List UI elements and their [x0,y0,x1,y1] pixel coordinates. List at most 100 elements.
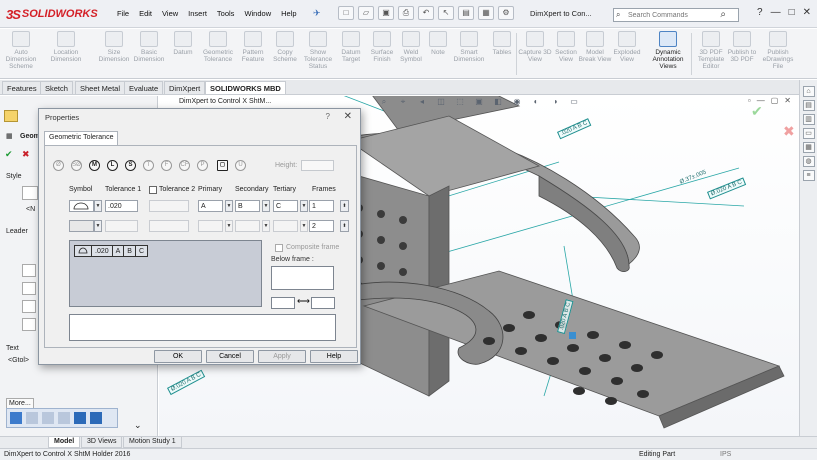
bookmark-icon[interactable] [26,412,38,424]
hide-show-icon[interactable]: ◉ [511,96,523,108]
rebuild-icon[interactable]: ▤ [458,6,474,20]
style-icon[interactable] [22,186,38,200]
apply-button[interactable]: Apply [258,350,306,363]
frames-spinner-2[interactable]: ⬍ [340,220,349,232]
tab-sketch[interactable]: Sketch [40,81,73,94]
close-icon[interactable]: ✕ [803,7,811,18]
feature-tree-root[interactable]: DimXpert to Control X ShtM... [179,98,271,105]
new-document-icon[interactable]: □ [338,6,354,20]
undo-icon[interactable]: ↶ [418,6,434,20]
leader-bent-icon[interactable] [22,282,36,295]
view-settings-icon[interactable]: ▭ [568,96,580,108]
dialog-help-icon[interactable]: ? [326,112,330,121]
tab-solidworks-mbd[interactable]: SOLIDWORKS MBD [205,81,286,94]
restore-icon[interactable]: □ [789,7,795,18]
tab-dimxpert[interactable]: DimXpert [164,81,206,94]
viewport-minimize-icon[interactable]: — [757,96,765,105]
ok-button[interactable]: OK [154,350,202,363]
secondary-dropdown-1[interactable]: ▼ [262,200,270,212]
menu-file[interactable]: File [112,9,134,18]
composite-frame-checkbox[interactable] [275,244,283,252]
print-icon[interactable]: ⎙ [398,6,414,20]
surface-icon[interactable] [42,412,54,424]
tangent-plane-modifier-button[interactable]: T [143,160,154,171]
rfs-modifier-button[interactable]: S [125,160,136,171]
previous-view-icon[interactable]: ◂ [416,96,428,108]
section-view-icon[interactable]: ◫ [435,96,447,108]
search-icon[interactable]: ⌕ [720,9,726,20]
display-style-icon[interactable]: ◧ [492,96,504,108]
dynamic-annotation-views-button[interactable]: Dynamic Annotation Views [647,31,689,70]
basic-dimension-button[interactable]: Basic Dimension [131,31,167,63]
tab-evaluate[interactable]: Evaluate [124,81,164,94]
save-icon[interactable]: ▣ [378,6,394,20]
custom-properties-icon[interactable]: ≡ [802,170,815,181]
appearances-icon[interactable]: ◍ [802,156,815,167]
tab-features[interactable]: Features [2,81,42,94]
options-icon[interactable]: ⚙ [498,6,514,20]
stack-icon[interactable] [90,412,102,424]
frames-input-2[interactable]: 2 [309,220,334,232]
viewport-maximize-icon[interactable]: ▢ [771,96,779,105]
note-text-box[interactable] [69,314,336,341]
auto-dimension-scheme-button[interactable]: Auto Dimension Scheme [3,31,39,70]
frames-input-1[interactable]: 1 [309,200,334,212]
tolerance1-input-1[interactable]: .020 [105,200,138,212]
continuous-feature-modifier-button[interactable]: CF [179,160,190,171]
symbol-select-1[interactable] [69,200,94,212]
height-input[interactable] [301,160,334,171]
home-icon[interactable]: ⌂ [802,86,815,97]
tolerance2-checkbox[interactable] [149,186,157,194]
publish-edrawings-button[interactable]: Publish eDrawings File [760,31,796,70]
status-units[interactable]: IPS [720,451,731,458]
size-dimension-button[interactable]: Size Dimension [96,31,132,63]
view-palette-icon[interactable]: ▦ [802,142,815,153]
leader-style-icon[interactable] [22,264,36,277]
dynamic-annotation-icon[interactable]: ⬚ [454,96,466,108]
copy-scheme-button[interactable]: Copy Scheme [267,31,303,63]
tab-model[interactable]: Model [48,437,81,448]
smart-dimension-button[interactable]: Smart Dimension [451,31,487,63]
ok-icon[interactable]: ✔ [5,149,13,160]
feature-manager-icon[interactable] [4,110,18,122]
tab-sheet-metal[interactable]: Sheet Metal [75,81,126,94]
tab-geometric-tolerance[interactable]: Geometric Tolerance [44,131,119,145]
apply-scene-icon[interactable]: ◑ [549,96,561,108]
design-library-icon[interactable]: ▥ [802,114,815,125]
solidworks-logo[interactable]: 3S SOLIDWORKS [6,5,98,23]
viewport-restore-icon[interactable]: ▫ [748,96,751,105]
tertiary-dropdown-1[interactable]: ▼ [300,200,308,212]
publish-3d-pdf-button[interactable]: Publish to 3D PDF [724,31,760,63]
below-frame-input[interactable] [271,266,334,290]
resources-icon[interactable]: ▤ [802,100,815,111]
note-style-icon[interactable] [10,412,22,424]
geometric-tolerance-button[interactable]: Geometric Tolerance [200,31,236,63]
open-icon[interactable]: ▱ [358,6,374,20]
menu-insert[interactable]: Insert [183,9,212,18]
exploded-view-button[interactable]: Exploded View [609,31,645,63]
tables-button[interactable]: Tables [484,31,520,56]
symbol-dropdown-2[interactable]: ▼ [94,220,102,232]
select-icon[interactable]: ↖ [438,6,454,20]
search-commands-box[interactable]: ⌕ ⌕ [613,8,739,22]
menu-view[interactable]: View [157,9,183,18]
leader-attach-icon[interactable] [22,318,36,331]
style-value[interactable]: <N [26,206,35,213]
between-arrows-icon[interactable]: ⟷ [297,296,310,307]
pattern-feature-button[interactable]: Pattern Feature [235,31,271,63]
free-state-modifier-button[interactable]: F [161,160,172,171]
primary-dropdown-1[interactable]: ▼ [225,200,233,212]
symbol-select-2[interactable] [69,220,94,232]
pin-icon[interactable]: ✈ [313,8,321,19]
leader-arrow-icon[interactable] [22,300,36,313]
projected-tolerance-modifier-button[interactable]: P [197,160,208,171]
dialog-close-icon[interactable]: ✕ [344,111,352,122]
weld-icon[interactable] [58,412,70,424]
tab-motion-study[interactable]: Motion Study 1 [123,437,182,448]
unequal-profile-modifier-button[interactable]: U [235,160,246,171]
file-explorer-icon[interactable]: ▭ [802,128,815,139]
zoom-to-fit-icon[interactable]: ⌕ [378,96,390,108]
tab-3d-views[interactable]: 3D Views [81,437,123,448]
viewport-close-icon[interactable]: ✕ [784,96,791,105]
zoom-area-icon[interactable]: ⌖ [397,96,409,108]
